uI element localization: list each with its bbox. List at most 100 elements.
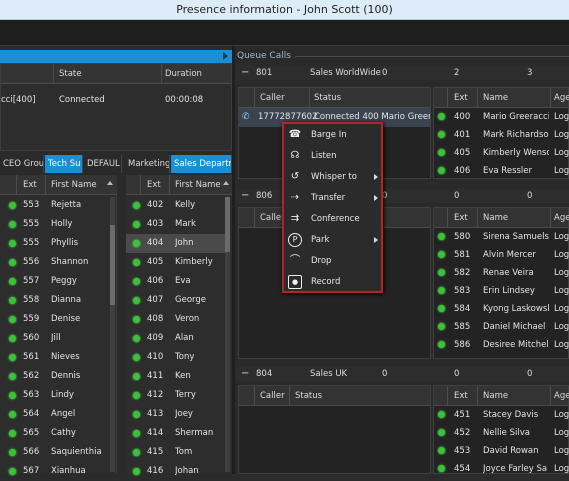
list-item[interactable]: 409 Alan: [126, 329, 225, 348]
column-header-ext[interactable]: Ext: [454, 208, 468, 228]
list-item-name: Ken: [175, 371, 191, 381]
list-item[interactable]: 559 Denise: [0, 310, 110, 329]
list-item[interactable]: 561 Nieves: [0, 348, 110, 367]
column-header-agent-status[interactable]: Agen: [554, 386, 569, 406]
list-item[interactable]: 402 Kelly: [126, 196, 225, 215]
list-item-name: Mark: [175, 219, 196, 229]
menu-item-whisper-to[interactable]: ↺ Whisper to: [288, 167, 380, 187]
list-item[interactable]: 566 Saquienthia: [0, 443, 110, 462]
agent-row[interactable]: 451 Stacey Davis Logo: [434, 406, 569, 424]
menu-item-conference[interactable]: ⇉ Conference: [288, 209, 380, 229]
tab-sales-department[interactable]: Sales Departm: [171, 155, 232, 173]
column-header-name[interactable]: Name: [483, 386, 508, 406]
active-call-row[interactable]: cci[400] Connected 00:00:08: [1, 91, 231, 110]
column-header-agent-status[interactable]: Agen: [554, 88, 569, 108]
agent-row[interactable]: 452 Nellie Silva Logo: [434, 424, 569, 442]
tab-ceo-group[interactable]: CEO Grou: [0, 155, 44, 173]
sort-up-icon[interactable]: [107, 181, 113, 185]
menu-item-transfer[interactable]: ⇢ Transfer: [288, 188, 380, 208]
column-header-agent-status[interactable]: Agen: [554, 208, 569, 228]
active-calls-header-bar[interactable]: [0, 50, 232, 63]
menu-item-park[interactable]: P Park: [288, 230, 380, 250]
agent-row[interactable]: 580 Sirena Samuels Logo: [434, 228, 569, 246]
list-item[interactable]: 564 Angel: [0, 405, 110, 424]
list-right-scrollbar[interactable]: [225, 197, 230, 472]
status-online-icon: [9, 354, 16, 361]
menu-item-drop[interactable]: ⌒ Drop: [288, 251, 380, 271]
agent-row[interactable]: 453 David Rowan Logo: [434, 442, 569, 460]
list-item-ext: 560: [23, 333, 40, 343]
tab-marketing[interactable]: Marketing: [125, 155, 170, 173]
queue-count-agents: 0: [454, 191, 460, 201]
list-item[interactable]: 555 Holly: [0, 215, 110, 234]
agent-row[interactable]: 406 Eva Ressler Logo: [434, 162, 569, 180]
column-separator: [550, 208, 551, 228]
list-item[interactable]: 407 George: [126, 291, 225, 310]
agent-row[interactable]: 401 Mark Richardson Logo: [434, 126, 569, 144]
list-item[interactable]: 415 Tom: [126, 443, 225, 462]
agent-row[interactable]: 584 Kyong Laskowski Logo: [434, 300, 569, 318]
list-item[interactable]: 412 Terry: [126, 386, 225, 405]
queue-header-801[interactable]: − 801 Sales WorldWide 0 2 3: [237, 66, 569, 80]
list-item[interactable]: 411 Ken: [126, 367, 225, 386]
column-header-ext[interactable]: Ext: [454, 386, 468, 406]
list-item[interactable]: 416 Johan: [126, 462, 225, 481]
column-header-status[interactable]: Status: [314, 88, 341, 108]
agent-row[interactable]: 454 Joyce Farley Sa Logo: [434, 460, 569, 478]
agent-row[interactable]: 400 Mario Greeracci Logo: [434, 108, 569, 126]
menu-item-barge-in[interactable]: ☎ Barge In: [288, 125, 380, 145]
agent-ext: 451: [454, 410, 471, 420]
list-item[interactable]: 556 Shannon: [0, 253, 110, 272]
tab-tech-support[interactable]: Tech Su: [45, 155, 83, 173]
list-item[interactable]: 413 Joey: [126, 405, 225, 424]
column-header-caller[interactable]: Caller: [260, 88, 285, 108]
list-item[interactable]: 553 Rejetta: [0, 196, 110, 215]
list-left-scrollbar[interactable]: [110, 197, 115, 472]
list-item[interactable]: 403 Mark: [126, 215, 225, 234]
list-item[interactable]: 557 Peggy: [0, 272, 110, 291]
column-header-caller[interactable]: Caller: [260, 386, 285, 406]
list-item[interactable]: 565 Cathy: [0, 424, 110, 443]
menu-item-listen[interactable]: ☊ Listen: [288, 146, 380, 166]
column-header-duration[interactable]: Duration: [165, 64, 202, 84]
queue-header-804[interactable]: − 804 Sales UK 0 0 0: [237, 367, 569, 381]
list-item[interactable]: 405 Kimberly: [126, 253, 225, 272]
list-item[interactable]: 563 Lindy: [0, 386, 110, 405]
column-header-state[interactable]: State: [59, 64, 82, 84]
list-item[interactable]: 414 Sherman: [126, 424, 225, 443]
column-separator: [477, 386, 478, 406]
column-header-first-name[interactable]: First Name: [51, 175, 97, 195]
column-header-ext[interactable]: Ext: [454, 88, 468, 108]
agent-row[interactable]: 581 Alvin Mercer Logo: [434, 246, 569, 264]
collapse-icon[interactable]: −: [241, 66, 249, 80]
collapse-icon[interactable]: −: [241, 367, 249, 381]
agent-row[interactable]: 405 Kimberly Wenson Logo: [434, 144, 569, 162]
list-item[interactable]: 558 Dianna: [0, 291, 110, 310]
sort-up-icon[interactable]: [223, 181, 229, 185]
column-header-first-name[interactable]: First Name: [175, 175, 221, 195]
list-item[interactable]: 404 John: [126, 234, 225, 253]
list-item[interactable]: 562 Dennis: [0, 367, 110, 386]
column-header-status[interactable]: Status: [295, 386, 322, 406]
column-header-ext[interactable]: Ext: [23, 175, 37, 195]
list-item[interactable]: 406 Eva: [126, 272, 225, 291]
collapse-arrow-icon[interactable]: [223, 52, 228, 60]
column-header-name[interactable]: Name: [483, 88, 508, 108]
tab-default[interactable]: DEFAUL: [84, 155, 122, 173]
agent-row[interactable]: 582 Renae Veira Logo: [434, 264, 569, 282]
list-item[interactable]: 410 Tony: [126, 348, 225, 367]
list-item-ext: 409: [147, 333, 164, 343]
list-item[interactable]: 408 Veron: [126, 310, 225, 329]
column-header-name[interactable]: Name: [483, 208, 508, 228]
agent-row[interactable]: 583 Erin Lindsey Logo: [434, 282, 569, 300]
agent-row[interactable]: 586 Desiree Mitchell Logo: [434, 336, 569, 354]
menu-item-record[interactable]: ● Record: [288, 272, 380, 292]
column-header-ext[interactable]: Ext: [147, 175, 161, 195]
list-item[interactable]: 555 Phyllis: [0, 234, 110, 253]
list-item[interactable]: 560 Jill: [0, 329, 110, 348]
agent-row[interactable]: 585 Daniel Michael Logo: [434, 318, 569, 336]
list-item[interactable]: 567 Xianhua: [0, 462, 110, 481]
column-header-caller[interactable]: Caller: [260, 208, 285, 228]
collapse-icon[interactable]: −: [241, 189, 249, 203]
list-item-ext: 558: [23, 295, 40, 305]
